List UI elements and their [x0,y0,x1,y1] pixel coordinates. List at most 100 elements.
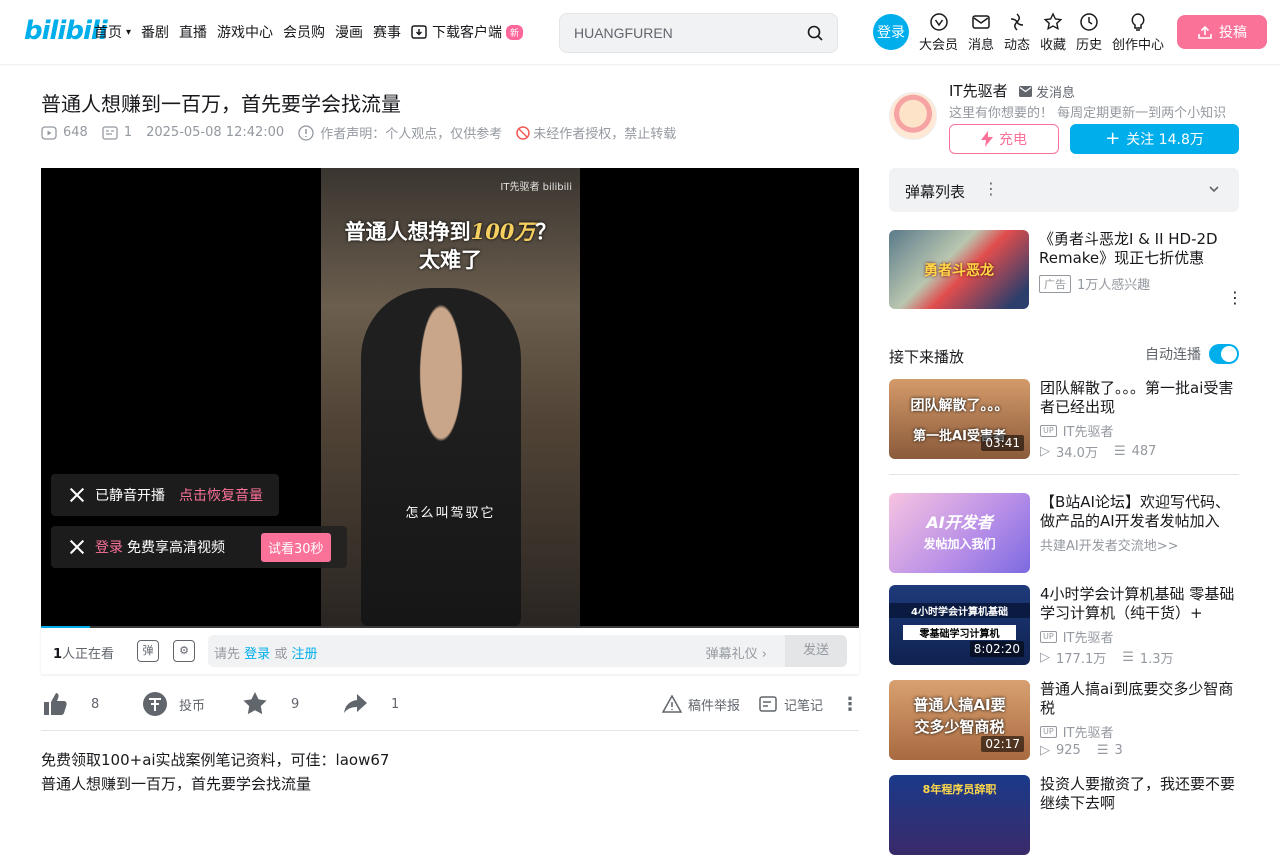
upload-button[interactable]: 投稿 [1177,15,1267,49]
like-icon [44,693,67,715]
charge-button[interactable]: 充电 [949,124,1059,154]
danmaku-register-link[interactable]: 注册 [291,647,317,662]
recommend-item[interactable]: AI开发者 发帖加入我们 【B站AI论坛】欢迎写代码、做产品的AI开发者发帖加入… [889,493,1239,573]
toast-login-link[interactable]: 登录 [95,537,123,557]
search-input[interactable] [566,20,796,46]
ad-title[interactable]: 《勇者斗恶龙I & II HD-2D Remake》现正七折优惠 [1039,230,1239,268]
header-creator-center[interactable]: 创作中心 [1112,12,1164,53]
uploader-description: 这里有你想要的！ 每周定期更新一到两个小知识 [949,106,1227,121]
login-avatar-button[interactable]: 登录 [873,14,909,50]
duration-label: 03:41 [981,435,1024,451]
uploader-name[interactable]: IT先驱者 [949,80,1008,101]
danmaku-login-link[interactable]: 登录 [244,647,270,662]
recommend-item[interactable]: 4小时学会计算机基础 零基础学习计算机 8:02:20 4小时学会计算机基础 零… [889,585,1239,667]
forbidden-icon [516,125,530,140]
divider [889,474,1239,475]
search-icon[interactable] [807,25,823,41]
share-button[interactable]: 1 [341,688,399,720]
danmaku-toggle-icon[interactable]: 弹 [137,640,159,662]
up-icon: UP [1040,424,1057,437]
danmaku-count-icon: ☰ [1113,444,1126,459]
video-frame: IT先驱者 bilibili 普通人想挣到100万？ 太难了 怎么叫驾驭它 [321,168,580,628]
up-icon: UP [1040,630,1057,643]
recommend-uploader[interactable]: UP IT先驱者 [1040,627,1113,646]
nav-game-center[interactable]: 游戏中心 [217,22,273,42]
recommend-stats: ▷ 34.0万 ☰ 487 [1040,444,1157,461]
nav-mall[interactable]: 会员购 [283,22,325,42]
header-dynamics[interactable]: 动态 [1004,12,1030,53]
recommend-sub[interactable]: 共建AI开发者交流地>> [1040,535,1179,554]
danmaku-count: 1 [102,125,132,141]
danmaku-input[interactable]: 请先 登录 或 注册 弹幕礼仪 › 发送 [208,635,847,667]
recommend-item[interactable]: 8年程序员辞职 投资人要撤资了，我还要不要继续下去啊 [889,775,1239,855]
nav-live[interactable]: 直播 [179,22,207,42]
danmaku-etiquette-link[interactable]: 弹幕礼仪 › [706,643,767,662]
play-count-icon [41,125,57,140]
autoplay-toggle[interactable] [1209,344,1239,364]
coin-button[interactable]: 投币 [141,688,205,720]
info-icon [298,124,314,141]
recommend-title[interactable]: 【B站AI论坛】欢迎写代码、做产品的AI开发者发帖加入 [1040,493,1239,531]
video-title: 普通人想赚到一百万，首先要学会找流量 [41,92,401,116]
recommend-item[interactable]: 团队解散了。。。 第一批AI受害者 03:41 团队解散了。。。第一批ai受害者… [889,379,1239,461]
search-box [559,13,838,53]
nav-home[interactable]: 首页 ▾ [94,22,131,42]
video-player[interactable]: IT先驱者 bilibili 普通人想挣到100万？ 太难了 怎么叫驾驭它 已静… [41,168,859,628]
recommend-title[interactable]: 投资人要撤资了，我还要不要继续下去啊 [1040,775,1239,813]
more-icon[interactable]: ⋮ [983,179,999,198]
nav-bangumi[interactable]: 番剧 [141,22,169,42]
top-header: bilibili 首页 ▾ 番剧 直播 游戏中心 会员购 漫画 赛事 下载客户端新… [0,0,1280,64]
header-history[interactable]: 历史 [1076,12,1102,53]
nav-manga[interactable]: 漫画 [335,22,363,42]
header-messages[interactable]: 消息 [968,12,994,53]
uploader-avatar[interactable] [889,92,937,140]
unmute-link[interactable]: 点击恢复音量 [179,485,263,505]
favorite-button[interactable]: 9 [241,688,299,720]
more-icon[interactable]: ⋮ [1227,288,1243,307]
share-icon [344,694,367,713]
try-30s-button[interactable]: 试看30秒 [261,532,331,562]
recommend-uploader[interactable]: UP IT先驱者 [1040,722,1113,741]
lightning-icon [981,131,993,147]
close-icon[interactable] [69,487,85,503]
recommend-title[interactable]: 普通人搞ai到底要交多少智商税 [1040,680,1239,718]
ad-meta: 广告 1万人感兴趣 [1039,274,1150,293]
danmaku-count-icon [102,125,118,140]
close-icon[interactable] [69,539,85,555]
video-thumbnail: 8年程序员辞职 [889,775,1030,855]
notes-button[interactable]: 记笔记 [758,688,823,720]
duration-label: 8:02:20 [969,641,1024,657]
more-options-icon[interactable]: ⋮ [841,688,859,720]
report-button[interactable]: 稿件举报 [662,688,740,720]
author-declaration: 作者声明：个人观点，仅供参考 [298,123,502,142]
video-thumbnail: 团队解散了。。。 第一批AI受害者 03:41 [889,379,1030,459]
watching-count: 1人正在看 [53,647,115,662]
follow-button[interactable]: + 关注 14.8万 [1070,124,1239,154]
creator-icon [1128,12,1148,32]
nav-download-client[interactable]: 下载客户端新 [411,22,524,42]
divider [41,730,859,731]
recommend-stats: ▷ 177.1万 ☰ 1.3万 [1040,650,1174,667]
mail-icon [1019,86,1032,97]
like-button[interactable]: 8 [41,688,99,720]
recommend-title[interactable]: 4小时学会计算机基础 零基础学习计算机（纯干货）+ 2025最新 [1040,585,1239,623]
recommend-item[interactable]: 普通人搞AI要 交多少智商税 02:17 普通人搞ai到底要交多少智商税 UP I… [889,680,1239,760]
danmaku-list-panel[interactable]: 弹幕列表 ⋮ [889,168,1239,212]
recommend-uploader[interactable]: UP IT先驱者 [1040,421,1113,440]
autoplay-control: 自动连播 [1145,344,1239,364]
up-icon: UP [1040,725,1057,738]
coin-icon [143,692,167,716]
chevron-down-icon [1209,186,1219,193]
header-favorites[interactable]: 收藏 [1040,12,1066,53]
danmaku-send-button[interactable]: 发送 [785,635,847,667]
recommend-stats: ▷ 925 ☰ 3 [1040,743,1123,758]
message-icon [971,12,991,32]
recommend-title[interactable]: 团队解散了。。。第一批ai受害者已经出现 [1040,379,1239,417]
mute-toast: 已静音开播 点击恢复音量 [51,474,279,516]
send-message-link[interactable]: 发消息 [1019,82,1075,101]
nav-esports[interactable]: 赛事 [373,22,401,42]
header-vip[interactable]: 大会员 [919,12,958,53]
ad-thumbnail[interactable]: 勇者斗恶龙 [889,230,1029,309]
danmaku-bar: 1人正在看 弹 ⚙ 请先 登录 或 注册 弹幕礼仪 › 发送 [41,628,859,674]
danmaku-settings-icon[interactable]: ⚙ [173,640,195,662]
